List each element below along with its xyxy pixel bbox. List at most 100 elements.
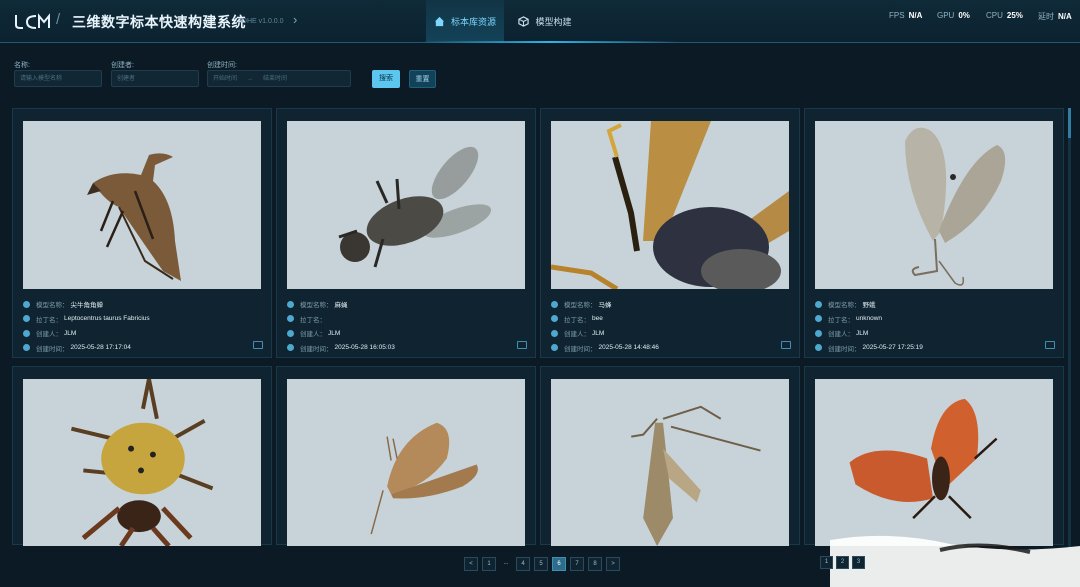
- end-time-placeholder: 结束时间: [263, 76, 288, 82]
- filter-creator-input[interactable]: 创建者: [111, 70, 199, 87]
- specimen-card[interactable]: [276, 366, 536, 546]
- creator-icon: [551, 329, 558, 337]
- view-detail-icon[interactable]: [1045, 341, 1055, 349]
- specimen-thumbnail[interactable]: [23, 121, 261, 289]
- view-detail-icon[interactable]: [781, 341, 791, 349]
- page-ellipsis: ...: [503, 560, 509, 566]
- page-button-current[interactable]: 6: [552, 557, 566, 571]
- specimen-card[interactable]: [540, 366, 800, 546]
- specimen-thumbnail[interactable]: [23, 379, 261, 546]
- view-detail-icon[interactable]: [517, 341, 527, 349]
- tan-moth-image: [631, 405, 761, 546]
- pagination-secondary: 1 2 3: [820, 556, 865, 569]
- creator-value: JLM: [856, 329, 869, 337]
- creator-label: 创建人：: [564, 331, 590, 339]
- creator-value: JLM: [592, 329, 605, 337]
- filter-creator-label: 创建者:: [111, 62, 134, 69]
- model-name-label: 模型名称：: [300, 302, 333, 310]
- specimen-meta: 模型名称： 麻蝇 拉丁名： 创建人： JLM 创建时间： 2025-05-28 16:…: [287, 297, 527, 355]
- creator-icon: [23, 329, 30, 337]
- page-button[interactable]: 1: [820, 556, 833, 569]
- title-separator: /: [56, 11, 61, 28]
- scrollbar-thumb[interactable]: [1068, 108, 1071, 138]
- filter-name-input[interactable]: 请输入模型名称: [14, 70, 102, 87]
- created-time-value: 2025-05-28 16:05:03: [334, 344, 395, 352]
- specimen-thumbnail[interactable]: [551, 121, 789, 289]
- white-moth-image: [905, 127, 1006, 286]
- specimen-card[interactable]: 模型名称： 马蜂 拉丁名： bee 创建人： JLM 创建时间： 2025-05-28 …: [540, 108, 800, 358]
- created-time-label: 创建时间：: [828, 345, 861, 353]
- latin-name-value: unknown: [856, 315, 883, 323]
- model-name-value: 马蜂: [598, 302, 612, 310]
- filter-time-label: 创建时间:: [207, 62, 237, 69]
- stat-gpu: GPU 0%: [937, 11, 970, 20]
- wasp-image: [551, 121, 789, 289]
- specimen-thumbnail[interactable]: [287, 379, 525, 546]
- pagination: < 1 ... 4 5 6 7 8 >: [464, 557, 620, 571]
- specimen-thumbnail[interactable]: [815, 121, 1053, 289]
- specimen-card[interactable]: [12, 366, 272, 546]
- specimen-thumbnail[interactable]: [287, 121, 525, 289]
- home-icon: [434, 16, 445, 26]
- model-name-label: 模型名称：: [36, 302, 69, 310]
- clock-icon: [551, 344, 558, 352]
- chevron-right-icon[interactable]: ›: [293, 12, 297, 27]
- page-button[interactable]: 2: [836, 556, 849, 569]
- specimen-card[interactable]: 模型名称： 野蛾 拉丁名： unknown 创建人： JLM 创建时间： 2025-05…: [804, 108, 1064, 358]
- specimen-grid: 模型名称： 尖牛角角蝉 拉丁名： Leptocentrus taurus Fabri…: [12, 108, 1070, 546]
- start-time-placeholder: 开始时间: [213, 76, 238, 82]
- creator-label: 创建人：: [828, 331, 854, 339]
- model-name-value: 尖牛角角蝉: [70, 302, 104, 310]
- filter-time-range[interactable]: 开始时间 → 结束时间: [207, 70, 351, 87]
- latin-name-label: 拉丁名：: [564, 316, 590, 324]
- grid-scrollbar[interactable]: [1068, 108, 1071, 548]
- tab-model-build[interactable]: 模型构建: [512, 0, 578, 42]
- filter-name-label: 名称:: [14, 62, 30, 69]
- search-button[interactable]: 搜索: [372, 70, 400, 88]
- spider-image: [70, 379, 214, 546]
- model-name-icon: [23, 300, 30, 308]
- created-time-label: 创建时间：: [564, 345, 597, 353]
- next-page-button[interactable]: >: [606, 557, 620, 571]
- page-button[interactable]: 1: [482, 557, 496, 571]
- created-time-value: 2025-05-28 14:48:46: [598, 344, 659, 352]
- tab-specimen-library-label: 标本库资源: [450, 16, 496, 27]
- model-name-icon: [287, 300, 294, 308]
- specimen-thumbnail[interactable]: [551, 379, 789, 546]
- creator-label: 创建人：: [36, 331, 62, 339]
- creator-icon: [287, 329, 294, 337]
- stat-fps: FPS N/A: [889, 11, 923, 20]
- clock-icon: [815, 344, 822, 352]
- page-button[interactable]: 8: [588, 557, 602, 571]
- model-name-icon: [551, 300, 558, 308]
- latin-name-value: bee: [592, 315, 603, 323]
- latin-name-icon: [23, 315, 30, 323]
- page-button[interactable]: 3: [852, 556, 865, 569]
- latin-name-label: 拉丁名：: [300, 316, 326, 324]
- fly-image: [338, 146, 492, 268]
- tab-specimen-library[interactable]: 标本库资源: [426, 0, 504, 42]
- model-name-label: 模型名称：: [828, 302, 861, 310]
- active-tab-glow: [420, 41, 680, 43]
- prev-page-button[interactable]: <: [464, 557, 478, 571]
- specimen-card[interactable]: 模型名称： 麻蝇 拉丁名： 创建人： JLM 创建时间： 2025-05-28 16:…: [276, 108, 536, 358]
- latin-name-icon: [815, 315, 822, 323]
- latin-name-label: 拉丁名：: [828, 316, 854, 324]
- app-version: 3DHE v1.0.0.0: [238, 18, 284, 25]
- created-time-value: 2025-05-27 17:25:19: [862, 344, 923, 352]
- reset-button[interactable]: 重置: [409, 70, 436, 88]
- specimen-card[interactable]: 模型名称： 尖牛角角蝉 拉丁名： Leptocentrus taurus Fabri…: [12, 108, 272, 358]
- created-time-label: 创建时间：: [300, 345, 333, 353]
- page-button[interactable]: 5: [534, 557, 548, 571]
- view-detail-icon[interactable]: [253, 341, 263, 349]
- latin-name-label: 拉丁名：: [36, 316, 62, 324]
- treehopper-image: [87, 153, 181, 281]
- top-bar: / 三维数字标本快速构建系统 3DHE v1.0.0.0 › 标本库资源 模型构…: [0, 0, 1080, 43]
- latin-name-icon: [551, 315, 558, 323]
- creator-value: JLM: [328, 329, 341, 337]
- creator-icon: [815, 329, 822, 337]
- page-button[interactable]: 4: [516, 557, 530, 571]
- page-button[interactable]: 7: [570, 557, 584, 571]
- specimen-meta: 模型名称： 野蛾 拉丁名： unknown 创建人： JLM 创建时间： 2025-05…: [815, 297, 1055, 355]
- cube-icon: [518, 15, 530, 27]
